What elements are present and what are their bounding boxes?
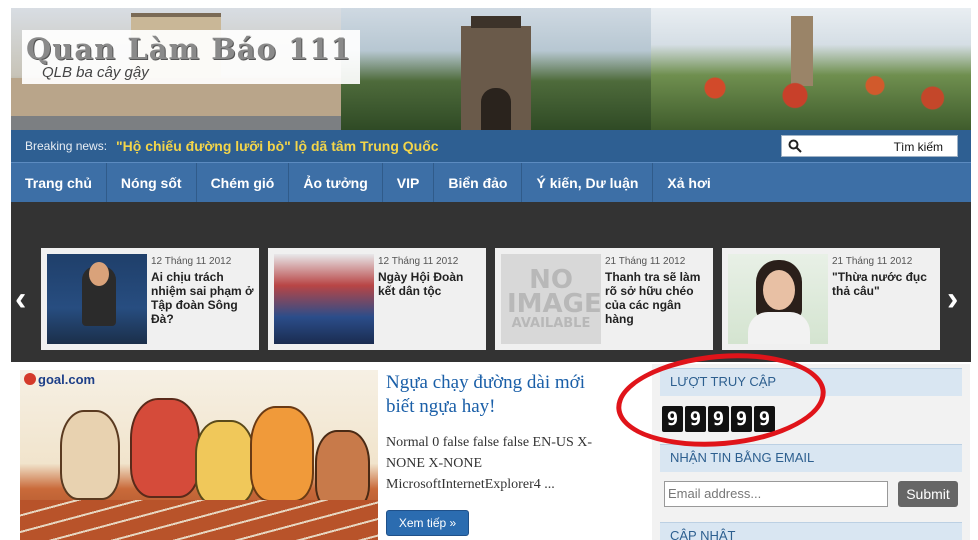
carousel-card-thumbnail[interactable]	[47, 254, 147, 344]
carousel-card[interactable]: 12 Tháng 11 2012 Ngày Hội Đoàn kết dân t…	[268, 248, 486, 350]
breaking-news-bar: Breaking news: "Hộ chiếu đường lưỡi bò" …	[11, 130, 971, 162]
goal-logo: goal.com	[24, 372, 95, 387]
header-photo-right	[651, 8, 971, 130]
article-image[interactable]: goal.com	[20, 370, 378, 540]
search-icon[interactable]	[788, 139, 802, 153]
carousel-card[interactable]: NO IMAGE AVAILABLE 21 Tháng 11 2012 Than…	[495, 248, 713, 350]
nav-item-vip[interactable]: VIP	[383, 162, 435, 203]
nav-item-xa-hoi[interactable]: Xả hơi	[653, 163, 724, 203]
search-box[interactable]: Tìm kiếm	[781, 135, 958, 157]
email-input[interactable]: Email address...	[664, 481, 888, 507]
carousel-card-thumbnail[interactable]: NO IMAGE AVAILABLE	[501, 254, 601, 344]
no-image-subtext: AVAILABLE	[511, 316, 591, 331]
header-photo-middle	[341, 8, 651, 130]
carousel-card-date: 12 Tháng 11 2012	[378, 256, 459, 267]
carousel-card[interactable]: 12 Tháng 11 2012 Ai chịu trách nhiệm sai…	[41, 248, 259, 350]
nav-item-ao-tuong[interactable]: Ảo tưởng	[289, 162, 383, 203]
carousel-card-date: 21 Tháng 11 2012	[832, 256, 913, 267]
breaking-label: Breaking news:	[25, 139, 108, 153]
logo-subtitle: QLB ba cây gậy	[42, 64, 149, 81]
site-logo[interactable]: Quan Làm Báo 111 QLB ba cây gậy	[22, 30, 360, 84]
carousel-next-button[interactable]: ›	[947, 282, 967, 318]
carousel-card-title[interactable]: Thanh tra sẽ làm rõ sở hữu chéo của các …	[605, 270, 709, 326]
nav-item-chem-gio[interactable]: Chém gió	[197, 162, 290, 203]
nav-item-nong-sot[interactable]: Nóng sốt	[107, 162, 197, 203]
carousel-card-date: 12 Tháng 11 2012	[151, 256, 232, 267]
carousel-prev-button[interactable]: ‹	[15, 282, 35, 318]
nav-item-trang-chu[interactable]: Trang chủ	[11, 162, 107, 203]
carousel-card-title[interactable]: Ai chịu trách nhiệm sai phạm ở Tập đoàn …	[151, 270, 255, 326]
update-widget-title: CẬP NHẬT	[660, 522, 962, 540]
search-button[interactable]: Tìm kiếm	[894, 140, 943, 154]
carousel-card-date: 21 Tháng 11 2012	[605, 256, 686, 267]
read-more-button[interactable]: Xem tiếp »	[386, 510, 469, 536]
carousel-card-thumbnail[interactable]	[274, 254, 374, 344]
article-title-link[interactable]: Ngựa chạy đường dài mới biết ngựa hay!	[386, 371, 616, 419]
nav-spacer-bar	[11, 202, 971, 236]
goal-logo-text: goal.com	[38, 372, 96, 387]
carousel-card[interactable]: 21 Tháng 11 2012 "Thừa nước đục thả câu"	[722, 248, 940, 350]
no-image-text: NO IMAGE	[507, 265, 601, 319]
carousel-card-title[interactable]: "Thừa nước đục thả câu"	[832, 270, 936, 298]
logo-title: Quan Làm Báo 111	[26, 32, 352, 66]
nav-item-y-kien[interactable]: Ý kiến, Dư luận	[522, 162, 654, 203]
email-widget-title: NHẬN TIN BẰNG EMAIL	[660, 444, 962, 472]
featured-carousel: ‹ 12 Tháng 11 2012 Ai chịu trách nhiệm s…	[11, 236, 971, 362]
submit-button[interactable]: Submit	[898, 481, 958, 507]
breaking-headline-link[interactable]: "Hộ chiếu đường lưỡi bò" lộ dã tâm Trung…	[116, 138, 439, 154]
no-image-placeholder: NO IMAGE AVAILABLE	[507, 267, 601, 332]
nav-item-bien-dao[interactable]: Biển đảo	[434, 162, 523, 203]
carousel-card-title[interactable]: Ngày Hội Đoàn kết dân tộc	[378, 270, 482, 298]
main-nav: Trang chủ Nóng sốt Chém gió Ảo tưởng VIP…	[11, 162, 971, 203]
article-excerpt: Normal 0 false false false EN-US X-NONE …	[386, 435, 593, 492]
carousel-card-thumbnail[interactable]	[728, 254, 828, 344]
